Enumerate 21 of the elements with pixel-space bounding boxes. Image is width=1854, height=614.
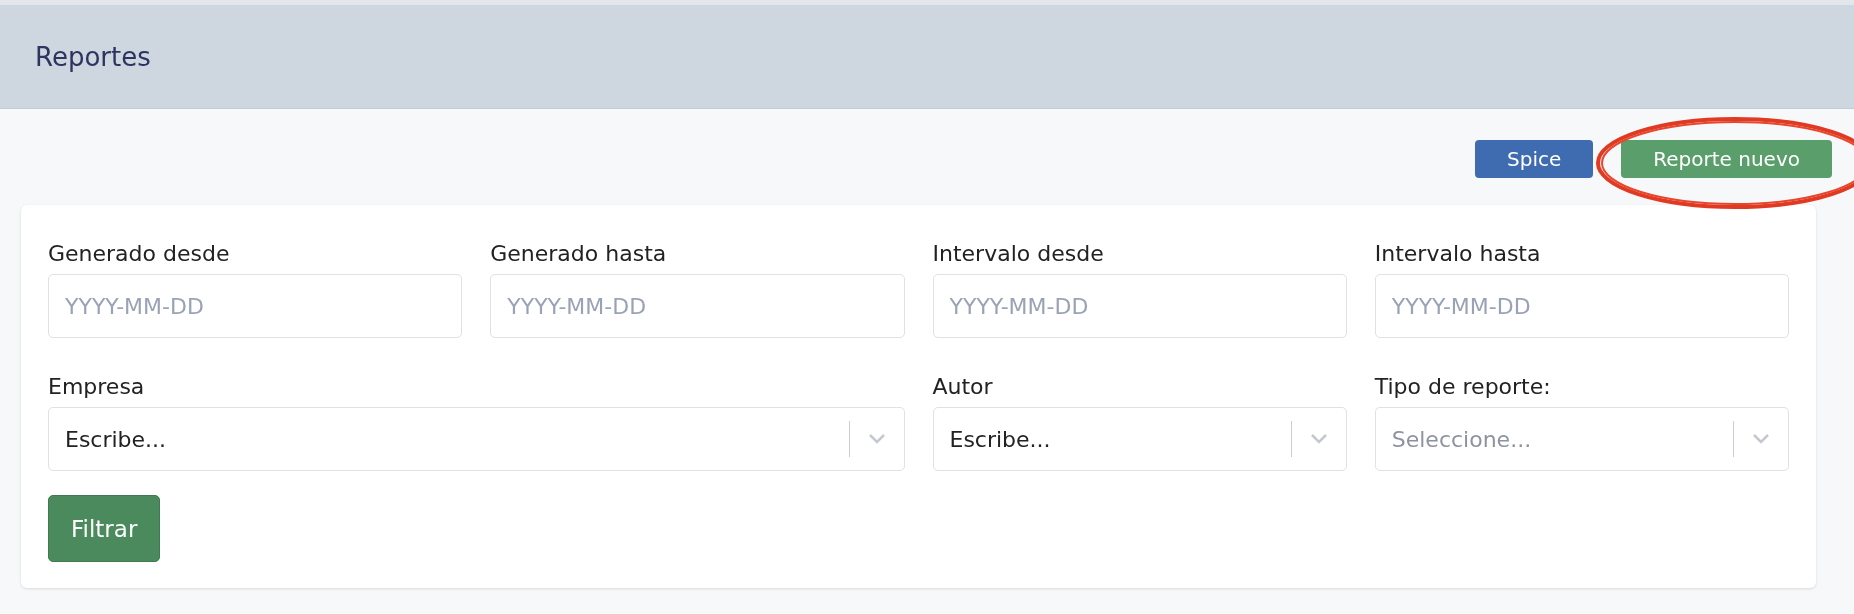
new-report-button[interactable]: Reporte nuevo xyxy=(1621,140,1832,178)
field-label: Intervalo desde xyxy=(932,241,1105,266)
caret-icon xyxy=(1752,433,1770,445)
date-field[interactable]: YYYY-MM-DD xyxy=(490,274,905,338)
field-label: Autor xyxy=(932,374,994,399)
filter-button[interactable]: Filtrar xyxy=(48,495,161,562)
spice-button[interactable]: Spice xyxy=(1475,140,1594,178)
field-label: Tipo de reporte: xyxy=(1374,374,1552,399)
field-label: Generado desde xyxy=(48,241,231,266)
page-title: Reportes xyxy=(35,41,151,72)
select-field[interactable]: Seleccione... xyxy=(1374,407,1789,471)
autocomplete-field[interactable]: Escribe... xyxy=(48,407,905,471)
field-label: Empresa xyxy=(48,374,146,399)
date-field[interactable]: YYYY-MM-DD xyxy=(48,274,463,338)
date-field[interactable]: YYYY-MM-DD xyxy=(1374,274,1789,338)
caret-icon xyxy=(867,433,886,445)
field-label: Intervalo hasta xyxy=(1374,241,1542,266)
date-field[interactable]: YYYY-MM-DD xyxy=(932,274,1347,338)
caret-icon xyxy=(1309,433,1328,445)
autocomplete-field[interactable]: Escribe... xyxy=(932,407,1347,471)
field-label: Generado hasta xyxy=(490,241,668,266)
